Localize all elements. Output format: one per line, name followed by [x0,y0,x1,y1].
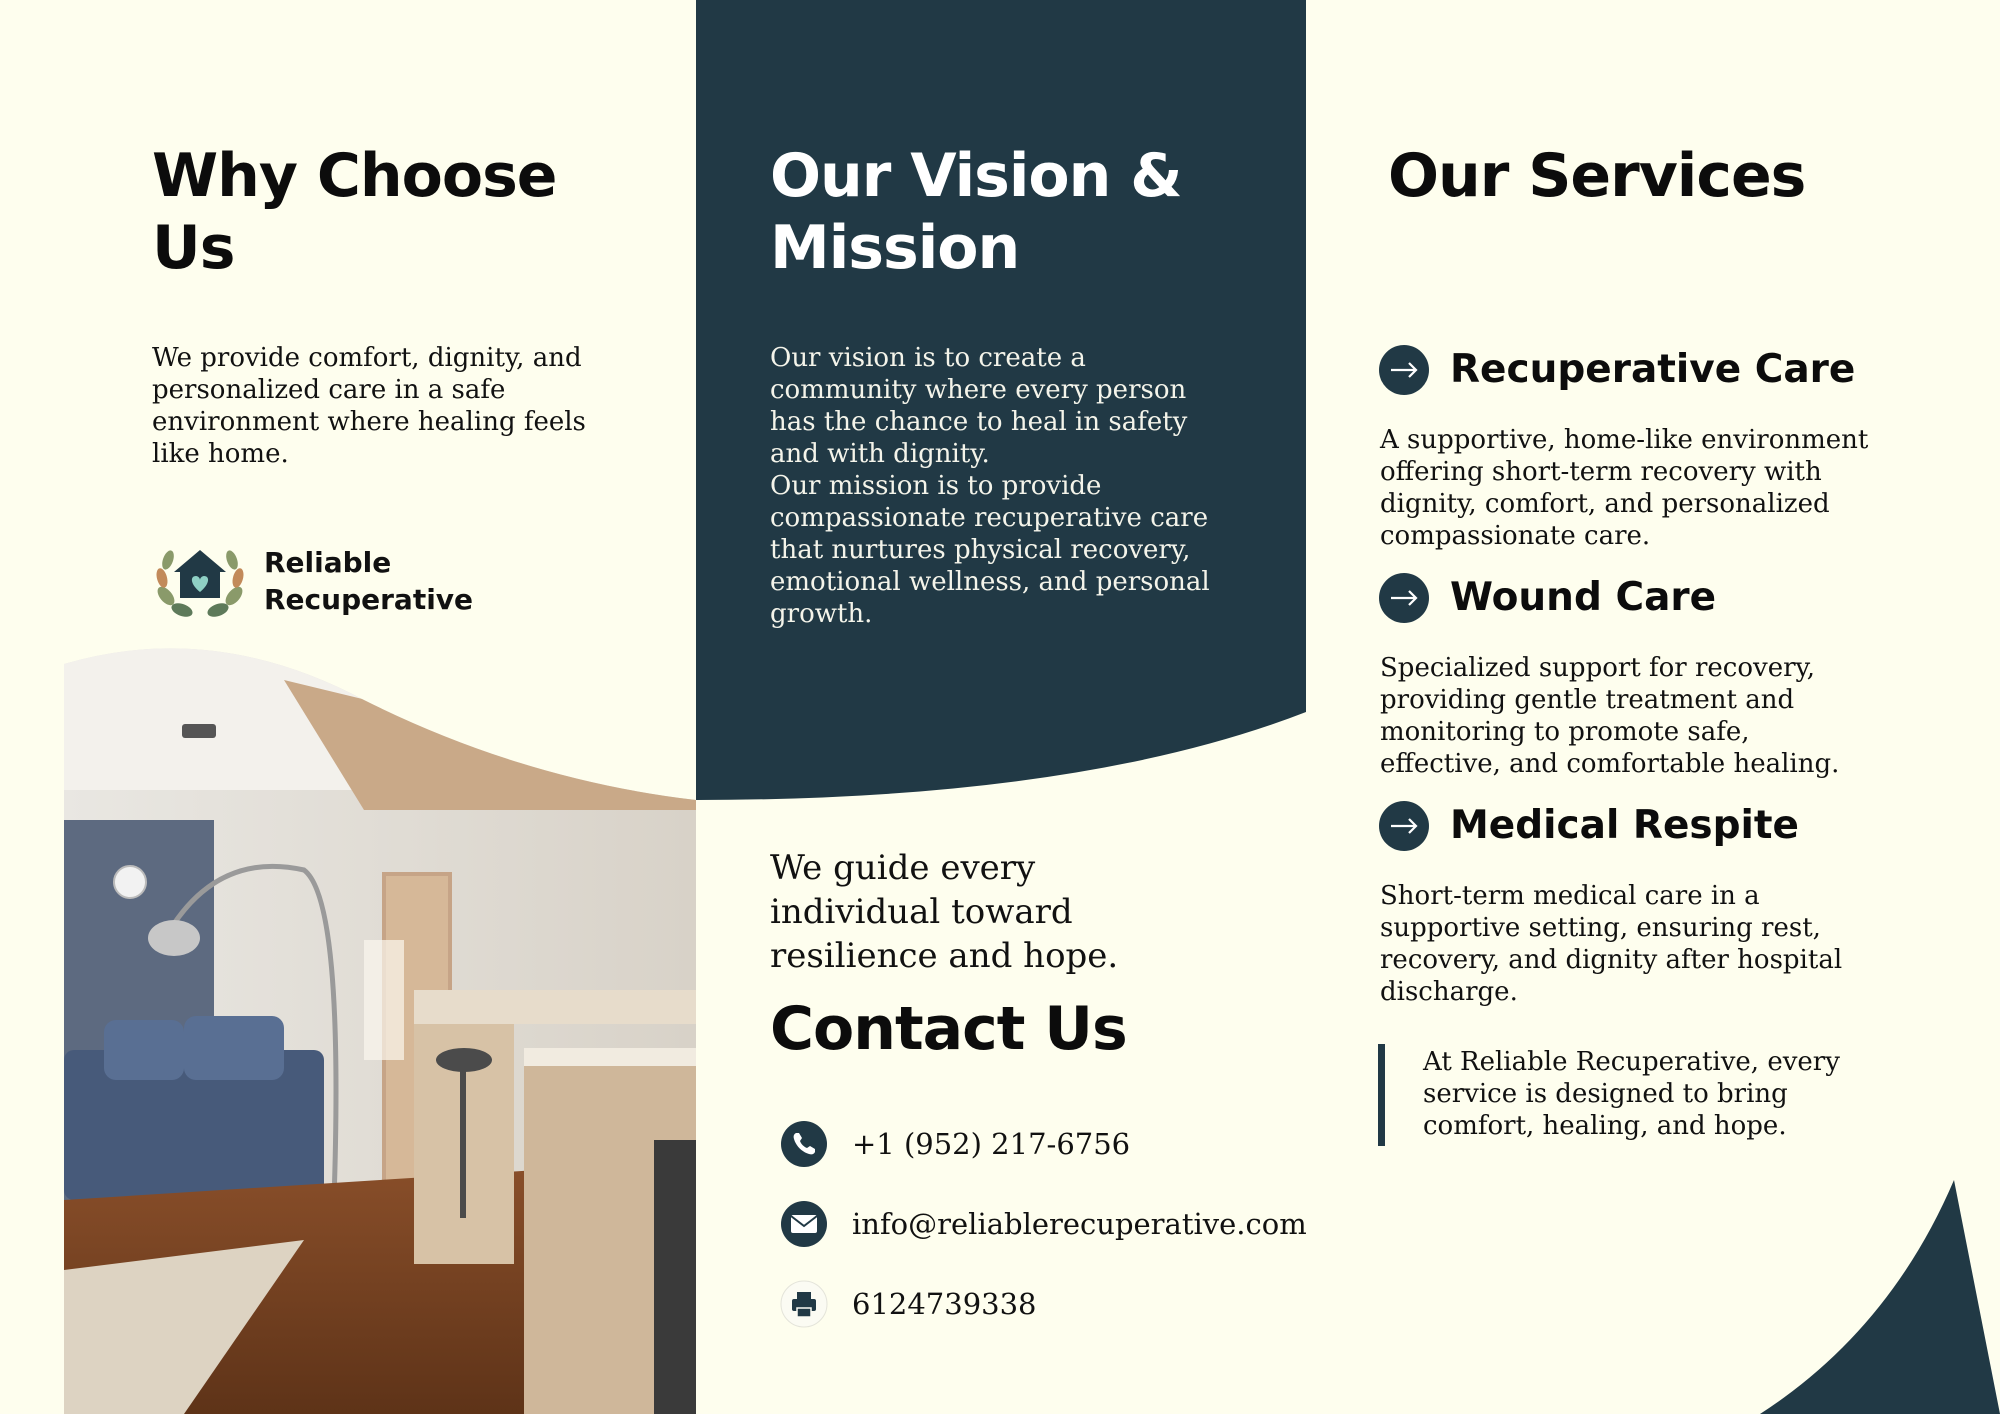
quote-accent-bar [1378,1044,1385,1146]
service-description: Specialized support for recovery, provid… [1380,653,1840,779]
fax-icon [780,1280,828,1328]
service-name: Medical Respite [1450,803,1800,848]
why-choose-title: Why Choose Us [152,141,558,283]
arrow-right-icon [1379,345,1429,395]
service-recuperative-care: Recuperative Care [1378,342,1938,398]
services-quote: At Reliable Recuperative, every service … [1423,1047,1840,1141]
contact-fax[interactable]: 6124739338 [780,1280,1340,1332]
mission-text: Our mission is to provide compassionate … [770,471,1210,629]
service-name: Wound Care [1450,575,1717,620]
brand-logo: Reliable Recuperative [152,538,512,622]
house-heart-wreath-icon [156,550,244,617]
service-name: Recuperative Care [1450,347,1856,392]
guide-statement: We guide every individual toward resilie… [770,848,1119,976]
service-medical-respite: Medical Respite [1378,798,1938,854]
vision-mission-title: Our Vision & Mission [770,141,1183,283]
why-choose-body: We provide comfort, dignity, and persona… [152,343,586,469]
phone-icon [781,1121,827,1167]
arrow-right-icon [1379,801,1429,851]
contact-email-text: info@reliablerecuperative.com [852,1207,1307,1241]
contact-phone[interactable]: +1 (952) 217-6756 [780,1120,1340,1172]
brochure-page: Why Choose Us We provide comfort, dignit… [0,0,2000,1414]
decorative-corner-shape [1760,1180,2000,1414]
contact-fax-text: 6124739338 [852,1287,1037,1321]
brand-name-line-2: Recuperative [264,583,474,616]
contact-title: Contact Us [770,994,1128,1064]
service-description: Short-term medical care in a supportive … [1380,881,1843,1007]
arrow-right-icon [1379,573,1429,623]
vision-text: Our vision is to create a community wher… [770,343,1188,469]
service-description: A supportive, home-like environment offe… [1380,425,1869,551]
contact-email[interactable]: info@reliablerecuperative.com [780,1200,1340,1252]
services-title: Our Services [1388,141,1806,211]
interior-photo [64,648,696,1414]
service-wound-care: Wound Care [1378,570,1938,626]
brand-name: Reliable Recuperative [264,544,473,618]
email-icon [781,1201,827,1247]
brand-name-line-1: Reliable [264,546,392,579]
contact-phone-text: +1 (952) 217-6756 [852,1127,1131,1161]
